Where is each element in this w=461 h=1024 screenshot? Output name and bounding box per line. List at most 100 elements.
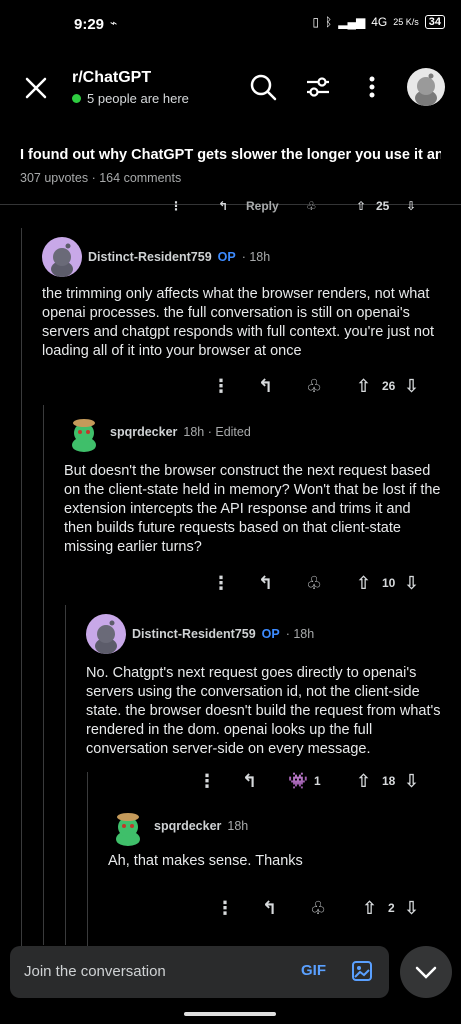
user-avatar[interactable] xyxy=(407,68,445,106)
post-summary[interactable]: I found out why ChatGPT gets slower the … xyxy=(0,135,461,205)
reply-icon[interactable]: ↰ xyxy=(258,573,273,594)
comment-time: · 18h xyxy=(285,627,315,641)
partial-action-row: ⋮ ↰ Reply ♧ ⇧ 25 ⇩ xyxy=(170,198,440,214)
search-icon[interactable] xyxy=(248,72,278,102)
avatar[interactable] xyxy=(42,237,82,277)
comment-header: spqrdecker 18h · Edited xyxy=(64,412,442,452)
comment-header: Distinct-Resident759 OP · 18h xyxy=(86,614,442,654)
online-dot xyxy=(72,94,81,103)
more-icon[interactable]: ⋮ xyxy=(212,376,230,397)
post-title[interactable]: I found out why ChatGPT gets slower the … xyxy=(20,147,441,163)
thread-line[interactable] xyxy=(87,772,88,947)
more-icon[interactable]: ⋮ xyxy=(170,199,182,213)
comment-header: Distinct-Resident759 OP · 18h xyxy=(42,237,442,277)
comment-actions: ⋮ ↰ 👾 1 ⇧ 18 ⇩ xyxy=(186,771,440,791)
comment-time: 18h xyxy=(227,819,249,833)
vote-count: 26 xyxy=(382,379,396,393)
upvote-icon[interactable]: ⇧ xyxy=(356,771,371,792)
thread-line[interactable] xyxy=(21,228,22,948)
reply-label[interactable]: Reply xyxy=(246,199,279,213)
avatar[interactable] xyxy=(108,806,148,846)
status-icons: ▯ ᛒ ▂▄▆ 4G 25 K/s 34 xyxy=(312,15,445,29)
comment-body: No. Chatgpt's next request goes directly… xyxy=(86,665,441,757)
battery-level: 34 xyxy=(428,16,441,28)
status-bar: 9:29 ⌁ ▯ ᛒ ▂▄▆ 4G 25 K/s 34 xyxy=(0,0,461,50)
more-icon[interactable]: ⋮ xyxy=(212,573,230,594)
comment-composer[interactable]: Join the conversation GIF xyxy=(10,946,389,998)
app-header: r/ChatGPT 5 people are here xyxy=(0,58,461,120)
close-icon[interactable] xyxy=(22,74,50,102)
gif-button[interactable]: GIF xyxy=(301,962,326,979)
chevron-down-icon xyxy=(415,966,437,979)
award-count: 1 xyxy=(314,774,321,788)
online-text: 5 people are here xyxy=(87,91,189,106)
upvote-icon[interactable]: ⇧ xyxy=(356,573,371,594)
reply-icon[interactable]: ↰ xyxy=(242,771,257,792)
downvote-icon[interactable]: ⇩ xyxy=(404,376,419,397)
op-badge: OP xyxy=(217,250,236,264)
status-time: 9:29 xyxy=(74,16,105,33)
upvote-count: 307 upvotes xyxy=(20,171,89,185)
op-badge: OP xyxy=(261,627,280,641)
avatar[interactable] xyxy=(64,412,104,452)
upvote-icon[interactable]: ⇧ xyxy=(362,898,377,919)
avatar[interactable] xyxy=(86,614,126,654)
thread-line[interactable] xyxy=(65,605,66,945)
subreddit-name[interactable]: r/ChatGPT xyxy=(72,69,151,87)
comment-actions: ⋮ ↰ ♧ ⇧ 26 ⇩ xyxy=(200,376,440,396)
comment-author[interactable]: Distinct-Resident759 xyxy=(132,627,256,641)
filter-icon[interactable] xyxy=(303,72,333,102)
comment-header: spqrdecker 18h xyxy=(108,806,442,846)
downvote-icon[interactable]: ⇩ xyxy=(404,771,419,792)
vote-count: 25 xyxy=(376,199,390,213)
award-icon[interactable]: ♧ xyxy=(306,376,322,397)
comment-author[interactable]: spqrdecker xyxy=(110,425,177,439)
comment: spqrdecker 18h · Edited But doesn't the … xyxy=(64,412,442,557)
upvote-icon[interactable]: ⇧ xyxy=(356,199,366,213)
upvote-icon[interactable]: ⇧ xyxy=(356,376,371,397)
comment-actions: ⋮ ↰ ♧ ⇧ 2 ⇩ xyxy=(204,898,440,918)
vibrate-icon: ▯ xyxy=(312,15,320,29)
more-icon[interactable]: ⋮ xyxy=(198,771,216,792)
network-type: 4G xyxy=(371,15,388,29)
comment: Distinct-Resident759 OP · 18h the trimmi… xyxy=(42,237,442,361)
comment-author[interactable]: Distinct-Resident759 xyxy=(88,250,212,264)
vote-count: 10 xyxy=(382,576,396,590)
comment-author[interactable]: spqrdecker xyxy=(154,819,221,833)
award-icon[interactable]: ♧ xyxy=(306,199,317,213)
activity-icon: ⌁ xyxy=(110,16,118,30)
reply-icon[interactable]: ↰ xyxy=(258,376,273,397)
downvote-icon[interactable]: ⇩ xyxy=(406,199,416,213)
battery-icon: 34 xyxy=(424,15,445,29)
comment-time: 18h · Edited xyxy=(183,425,251,439)
award-icon[interactable]: 👾 xyxy=(288,771,308,791)
reply-icon[interactable]: ↰ xyxy=(262,898,277,919)
comment-actions: ⋮ ↰ ♧ ⇧ 10 ⇩ xyxy=(200,573,440,593)
image-icon[interactable] xyxy=(350,959,374,983)
thread-line[interactable] xyxy=(43,405,44,945)
comment-body: But doesn't the browser construct the ne… xyxy=(64,463,441,555)
downvote-icon[interactable]: ⇩ xyxy=(404,573,419,594)
reply-icon[interactable]: ↰ xyxy=(218,199,228,213)
comment-body: Ah, that makes sense. Thanks xyxy=(108,853,303,869)
vote-count: 18 xyxy=(382,774,396,788)
home-indicator[interactable] xyxy=(184,1012,276,1016)
signal-icon: ▂▄▆ xyxy=(338,15,366,29)
more-icon[interactable]: ⋮ xyxy=(216,898,234,919)
comment-count: 164 comments xyxy=(99,171,182,185)
online-count: 5 people are here xyxy=(72,91,189,106)
more-options-icon[interactable] xyxy=(357,72,387,102)
bluetooth-icon: ᛒ xyxy=(325,15,333,29)
comment: spqrdecker 18h Ah, that makes sense. Tha… xyxy=(108,806,442,871)
post-meta: 307 upvotes · 164 comments xyxy=(20,171,441,185)
comment: Distinct-Resident759 OP · 18h No. Chatgp… xyxy=(86,614,442,759)
downvote-icon[interactable]: ⇩ xyxy=(404,898,419,919)
vote-count: 2 xyxy=(388,901,395,915)
comment-time: · 18h xyxy=(241,250,271,264)
net-speed: 25 K/s xyxy=(393,17,419,27)
collapse-button[interactable] xyxy=(400,946,452,998)
award-icon[interactable]: ♧ xyxy=(306,573,322,594)
composer-placeholder[interactable]: Join the conversation xyxy=(24,963,166,980)
award-icon[interactable]: ♧ xyxy=(310,898,326,919)
comment-body: the trimming only affects what the brows… xyxy=(42,286,435,359)
